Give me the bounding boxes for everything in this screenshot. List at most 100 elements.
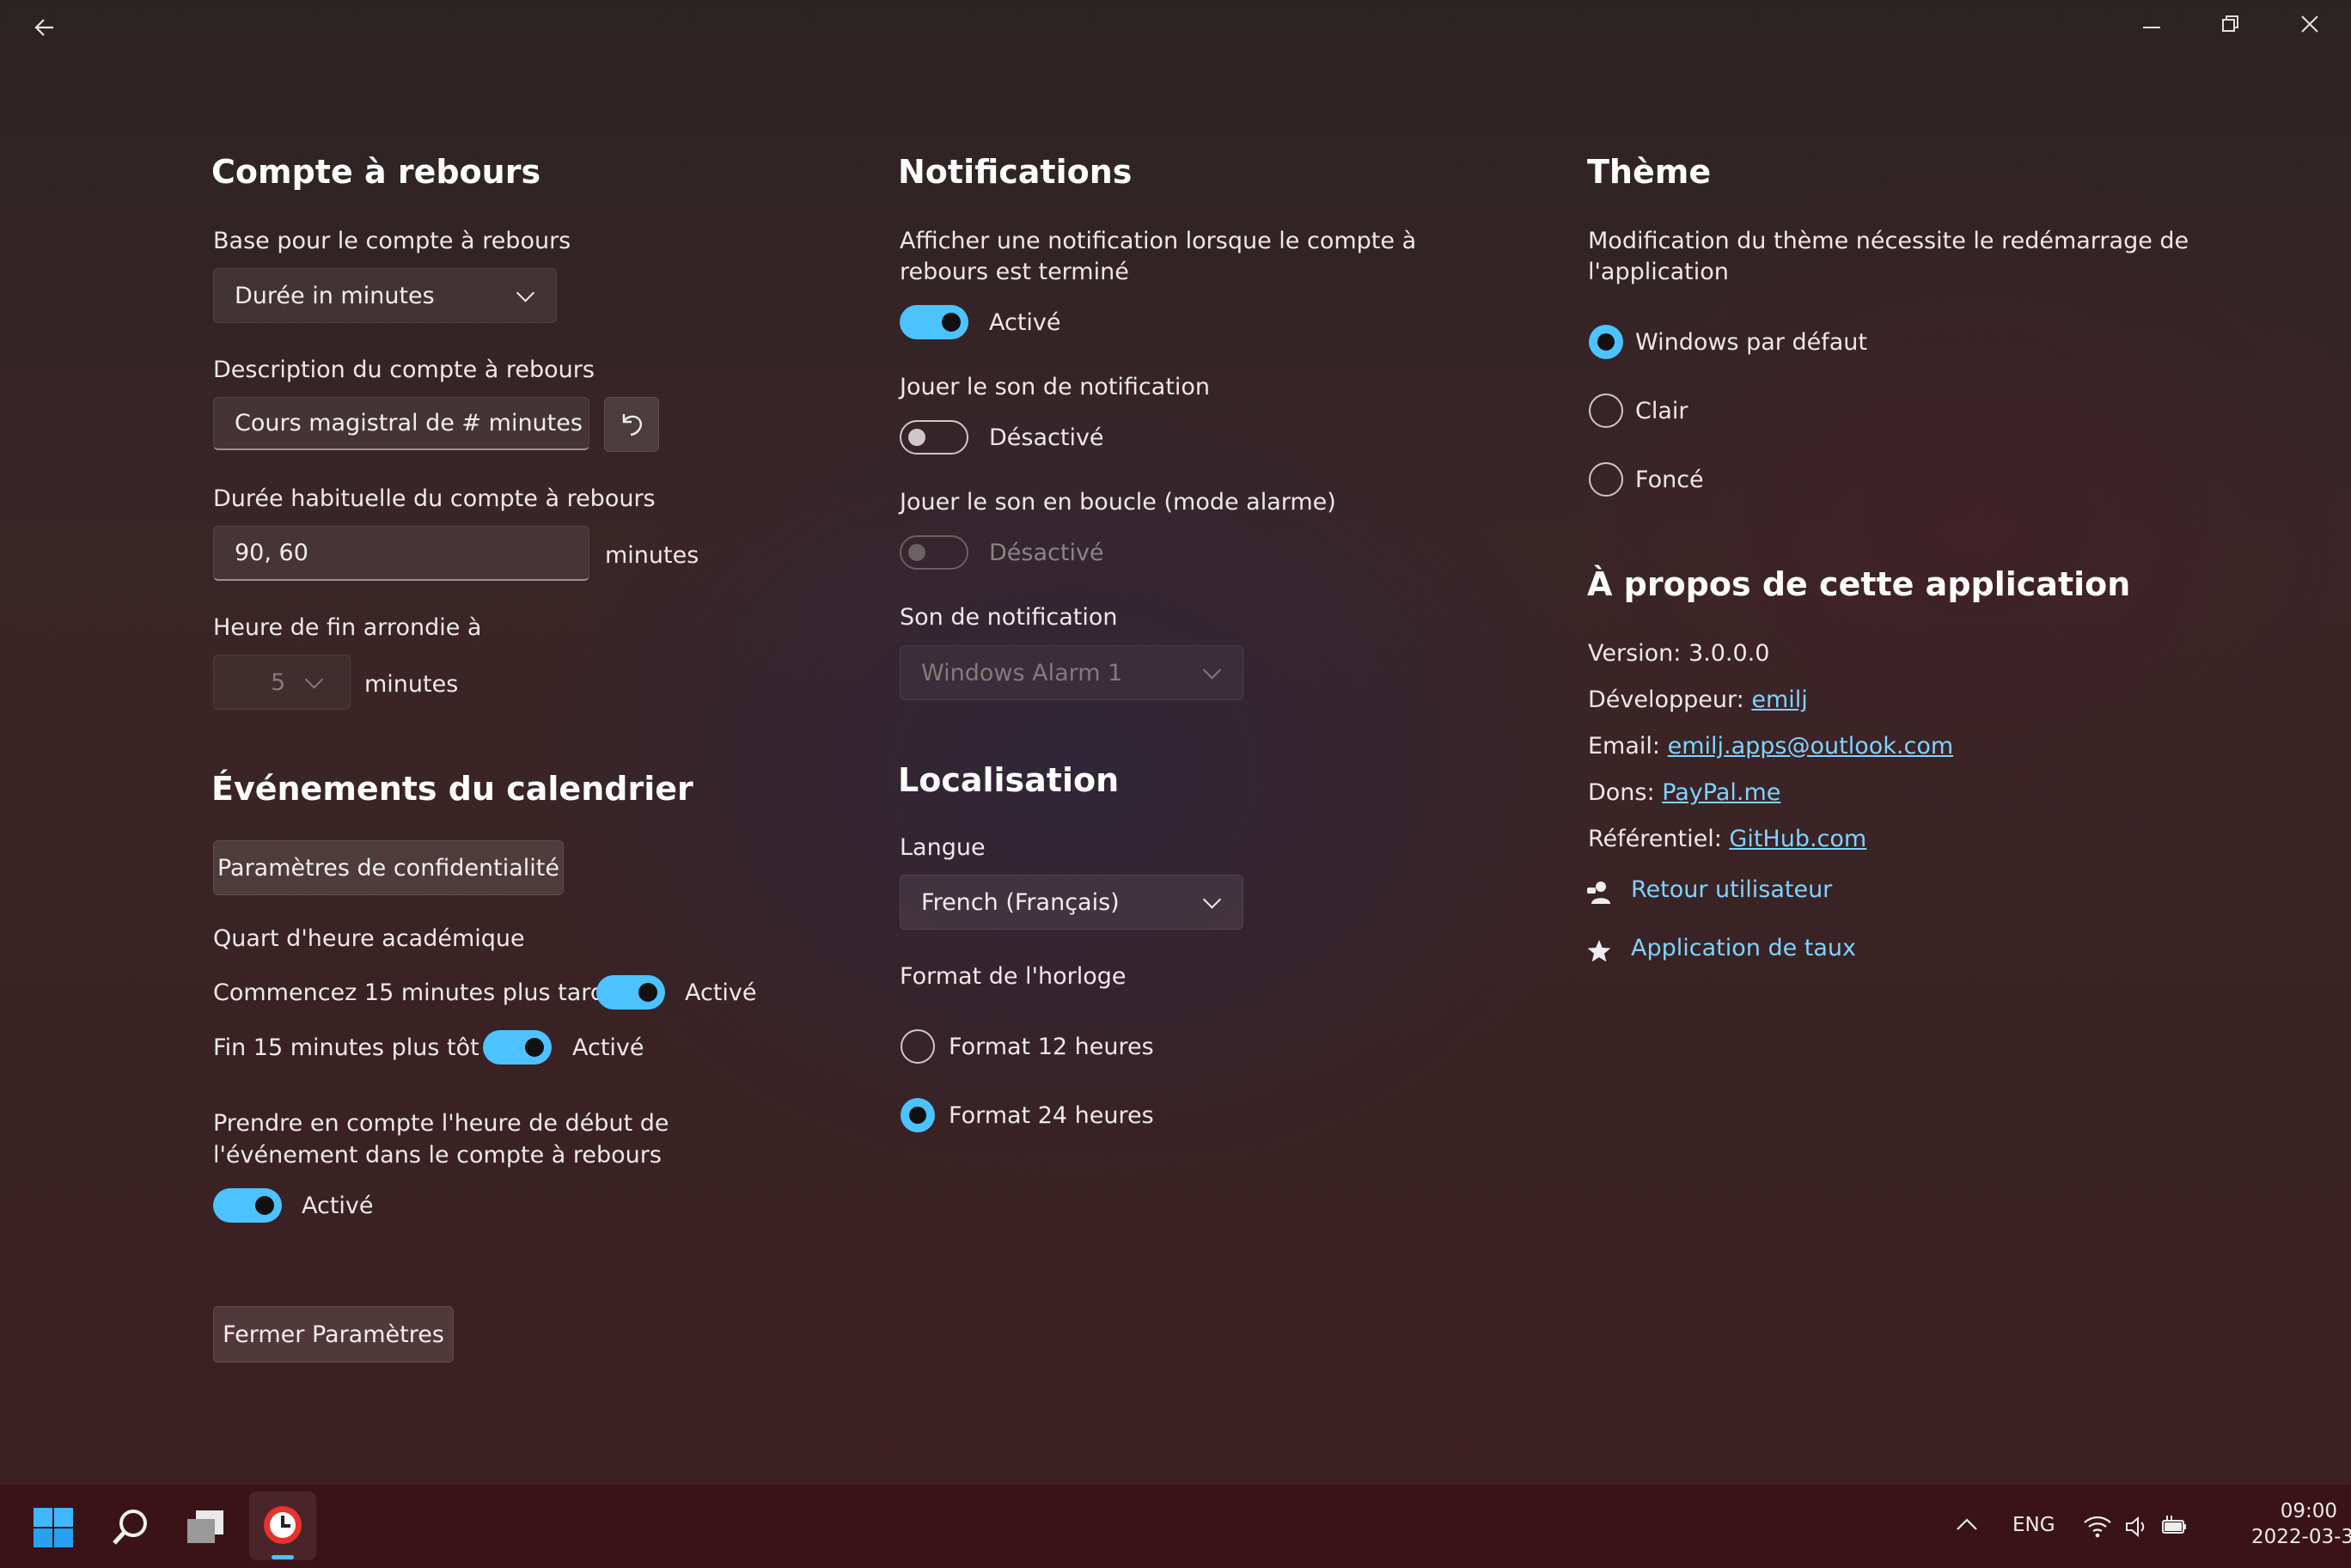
- clock-format-label: Format de l'horloge: [900, 963, 1127, 990]
- volume-icon: [2126, 1516, 2145, 1538]
- language-select[interactable]: French (Français): [900, 875, 1243, 930]
- toggle-knob: [638, 983, 657, 1002]
- calendar-heading: Événements du calendrier: [211, 770, 693, 808]
- end-early-toggle[interactable]: [483, 1030, 552, 1065]
- clock-date: 2022-03-31: [2251, 1526, 2351, 1548]
- end-early-label: Fin 15 minutes plus tôt: [213, 1034, 479, 1061]
- start-button[interactable]: [33, 1507, 76, 1550]
- toggle-knob: [908, 429, 925, 446]
- rounded-select-value: 5: [271, 668, 286, 696]
- format24-label[interactable]: Format 24 heures: [949, 1100, 1154, 1132]
- format12-label[interactable]: Format 12 heures: [949, 1031, 1154, 1063]
- start-time-label-line1: Prendre en compte l'heure de début de: [213, 1110, 669, 1137]
- play-sound-toggle[interactable]: [900, 420, 968, 455]
- wifi-icon: [2084, 1516, 2111, 1538]
- donate-link[interactable]: PayPal.me: [1662, 779, 1780, 806]
- play-sound-label: Jouer le son de notification: [900, 374, 1211, 400]
- start-time-toggle[interactable]: [213, 1188, 282, 1223]
- feedback-label: Retour utilisateur: [1631, 876, 1833, 903]
- language-indicator[interactable]: ENG: [2012, 1514, 2055, 1536]
- back-button[interactable]: [29, 12, 60, 43]
- developer-label: Développeur:: [1588, 686, 1744, 713]
- battery-icon: [2162, 1516, 2186, 1534]
- tray-overflow-button[interactable]: [1954, 1512, 1985, 1543]
- language-label: Langue: [900, 834, 986, 861]
- developer-row: Développeur: emilj: [1588, 684, 1808, 716]
- version-text: Version: 3.0.0.0: [1588, 640, 1770, 667]
- show-notification-state: Activé: [989, 309, 1061, 336]
- star-icon: [1587, 940, 1611, 962]
- loop-sound-state: Désactivé: [989, 540, 1104, 566]
- close-settings-button[interactable]: Fermer Paramètres: [213, 1306, 454, 1363]
- start-later-label: Commencez 15 minutes plus tard: [213, 979, 606, 1006]
- email-link[interactable]: emilj.apps@outlook.com: [1668, 733, 1954, 760]
- clock-time: 09:00: [2280, 1500, 2337, 1522]
- rounded-label: Heure de fin arrondie à: [213, 614, 482, 641]
- countdown-heading: Compte à rebours: [211, 153, 541, 191]
- sound-select-value: Windows Alarm 1: [921, 659, 1123, 686]
- feedback-link[interactable]: Retour utilisateur: [1586, 876, 2016, 914]
- usual-duration-value: 90, 60: [235, 540, 308, 566]
- repo-link[interactable]: GitHub.com: [1729, 826, 1866, 852]
- sound-select[interactable]: Windows Alarm 1: [900, 645, 1243, 700]
- chevron-down-icon: [1202, 661, 1222, 680]
- windows-logo-icon: [34, 1508, 73, 1547]
- countdown-app-taskbar-button[interactable]: [249, 1492, 316, 1560]
- search-button[interactable]: [110, 1507, 153, 1550]
- sound-select-label: Son de notification: [900, 604, 1118, 631]
- repo-label: Référentiel:: [1588, 826, 1722, 852]
- developer-link[interactable]: emilj: [1751, 686, 1807, 713]
- theme-radio-default[interactable]: [1589, 325, 1623, 359]
- rounded-select[interactable]: 5: [213, 655, 351, 710]
- quick-settings-button[interactable]: [2083, 1512, 2186, 1543]
- chevron-down-icon: [1202, 890, 1222, 909]
- theme-option-dark[interactable]: Foncé: [1635, 464, 1704, 496]
- base-select[interactable]: Durée in minutes: [213, 268, 557, 323]
- format24-radio[interactable]: [901, 1098, 935, 1132]
- start-later-state: Activé: [685, 979, 757, 1006]
- toggle-knob: [908, 544, 925, 561]
- rate-app-link[interactable]: Application de taux: [1586, 935, 2016, 973]
- usual-unit: minutes: [605, 542, 699, 569]
- taskbar: ENG 09:00 2022-03-31: [0, 1484, 2351, 1568]
- email-label: Email:: [1588, 733, 1661, 760]
- start-time-state: Activé: [302, 1193, 374, 1219]
- task-view-button[interactable]: [184, 1507, 229, 1550]
- theme-option-default[interactable]: Windows par défaut: [1635, 326, 1867, 358]
- rate-app-label: Application de taux: [1631, 935, 1856, 961]
- minimize-icon: [2143, 27, 2160, 28]
- loop-sound-toggle[interactable]: [900, 535, 968, 570]
- toggle-knob: [942, 313, 961, 332]
- academic-label: Quart d'heure académique: [213, 925, 525, 952]
- close-window-button[interactable]: [2299, 12, 2329, 41]
- toggle-knob: [525, 1038, 544, 1057]
- task-view-icon: [187, 1510, 223, 1543]
- about-heading: À propos de cette application: [1587, 565, 2131, 603]
- chevron-up-icon: [1957, 1518, 1977, 1530]
- minimize-button[interactable]: [2141, 10, 2171, 40]
- repo-row: Référentiel: GitHub.com: [1588, 823, 1866, 855]
- theme-radio-dark[interactable]: [1589, 462, 1623, 497]
- theme-option-light[interactable]: Clair: [1635, 395, 1688, 427]
- format12-radio[interactable]: [901, 1029, 935, 1064]
- rounded-unit: minutes: [364, 671, 459, 698]
- privacy-settings-button[interactable]: Paramètres de confidentialité: [213, 840, 564, 895]
- search-icon: [113, 1510, 147, 1545]
- description-input[interactable]: Cours magistral de # minutes: [213, 397, 589, 450]
- close-icon: [2301, 15, 2318, 33]
- reset-description-button[interactable]: [604, 397, 659, 452]
- clock[interactable]: 09:00 2022-03-31: [2251, 1500, 2351, 1548]
- start-later-toggle[interactable]: [596, 975, 665, 1010]
- theme-note-line2: l'application: [1588, 259, 1729, 285]
- toggle-knob: [255, 1196, 274, 1215]
- restore-button[interactable]: [2220, 12, 2250, 41]
- donate-label: Dons:: [1588, 779, 1655, 806]
- donate-row: Dons: PayPal.me: [1588, 777, 1780, 808]
- play-sound-state: Désactivé: [989, 424, 1104, 451]
- restore-icon: [2222, 15, 2238, 32]
- description-label: Description du compte à rebours: [213, 357, 595, 383]
- end-early-state: Activé: [572, 1034, 644, 1061]
- show-notification-toggle[interactable]: [900, 305, 968, 339]
- usual-duration-input[interactable]: 90, 60: [213, 526, 589, 581]
- theme-radio-light[interactable]: [1589, 394, 1623, 428]
